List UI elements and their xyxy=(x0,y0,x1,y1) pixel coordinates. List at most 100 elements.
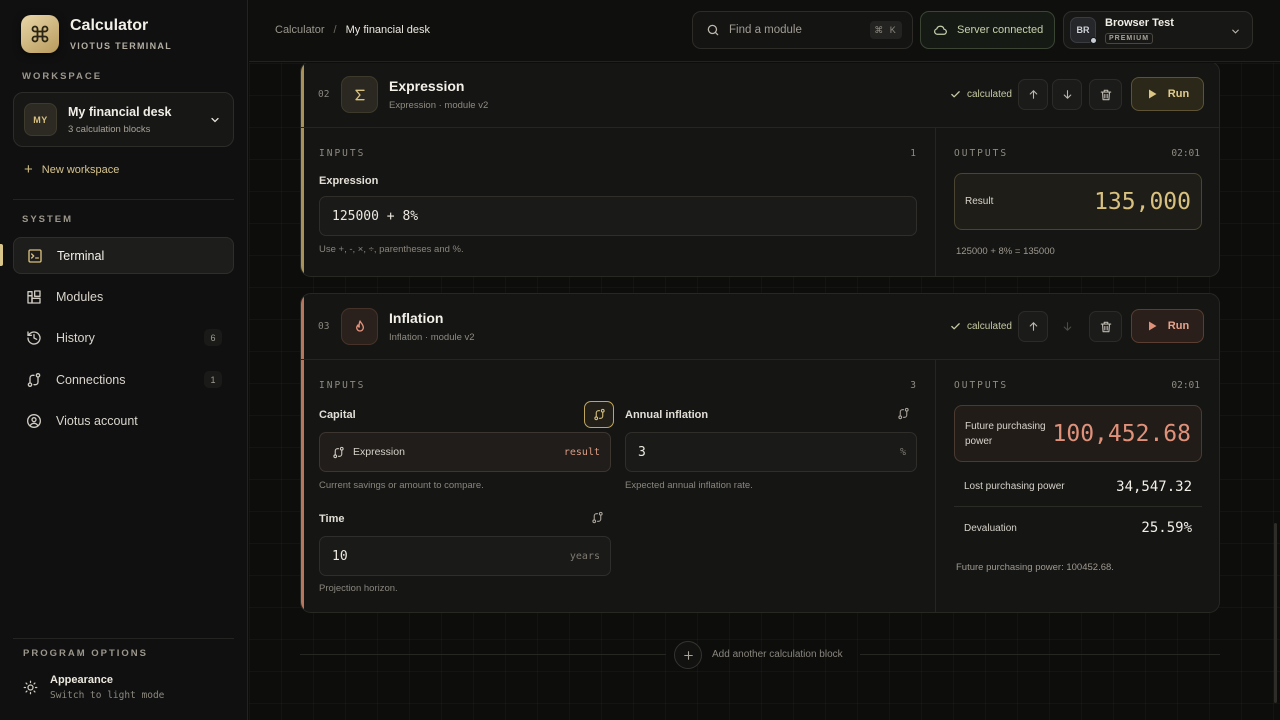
sidebar: Calculator VIOTUS TERMINAL WORKSPACE MY … xyxy=(0,0,248,720)
result-value: 100,452.68 xyxy=(1052,420,1191,447)
move-up-button[interactable] xyxy=(1018,79,1048,110)
breadcrumb-separator: / xyxy=(333,24,337,36)
sidebar-item-terminal[interactable]: Terminal xyxy=(13,237,234,274)
output-row-devaluation: Devaluation 25.59% xyxy=(954,508,1202,548)
plus-icon xyxy=(683,650,693,660)
outputs-panel: OUTPUTS 02:01 Result 135,000 125000 + 8%… xyxy=(935,128,1219,276)
run-label: Run xyxy=(1167,320,1190,332)
capital-source-field[interactable]: Expression result xyxy=(319,432,611,472)
app-subtitle: VIOTUS TERMINAL xyxy=(70,41,172,51)
sidebar-item-label: Modules xyxy=(56,289,104,304)
time-unit: years xyxy=(569,550,600,562)
arrow-down-icon xyxy=(1063,322,1071,331)
workspace-avatar: MY xyxy=(24,103,57,136)
inputs-panel: INPUTS 3 Capital Expression result Curre… xyxy=(301,360,935,612)
sidebar-item-label: Connections xyxy=(56,372,126,387)
search-placeholder: Find a module xyxy=(729,24,802,36)
sidebar-item-history[interactable]: History 6 xyxy=(13,319,234,356)
play-icon xyxy=(1148,321,1157,331)
inflation-label: Annual inflation xyxy=(625,409,709,421)
inputs-panel: INPUTS 1 Expression 125000 + 8% Use +, -… xyxy=(301,128,935,276)
run-button[interactable]: Run xyxy=(1131,77,1204,111)
run-button[interactable]: Run xyxy=(1131,309,1204,343)
delete-block-button[interactable] xyxy=(1089,311,1122,342)
move-up-button[interactable] xyxy=(1018,311,1048,342)
move-down-button[interactable] xyxy=(1052,79,1082,110)
active-indicator xyxy=(0,244,3,266)
result-value: 135,000 xyxy=(1094,188,1191,215)
output-row-label: Devaluation xyxy=(964,522,1017,534)
output-row-lost: Lost purchasing power 34,547.32 xyxy=(954,467,1202,507)
inflation-value: 3 xyxy=(638,444,646,460)
trash-icon xyxy=(1100,89,1111,100)
link-icon xyxy=(592,511,603,524)
add-block-button[interactable] xyxy=(674,641,702,669)
sidebar-item-label: History xyxy=(56,330,95,345)
scrollbar[interactable] xyxy=(1274,523,1277,703)
outputs-label: OUTPUTS xyxy=(954,148,1009,159)
outputs-time: 02:01 xyxy=(1171,380,1200,391)
arrow-up-icon xyxy=(1029,322,1037,331)
search-icon xyxy=(706,23,720,37)
link-toggle-time[interactable] xyxy=(591,511,604,524)
status-badge: calculated xyxy=(950,321,1012,332)
calc-block-inflation: 03 Inflation Inflation · module v2 calcu… xyxy=(300,293,1220,613)
sidebar-item-account[interactable]: Viotus account xyxy=(13,402,234,439)
workspace-selector[interactable]: MY My financial desk 3 calculation block… xyxy=(13,92,234,147)
link-toggle-inflation[interactable] xyxy=(897,407,910,420)
time-label: Time xyxy=(319,513,345,525)
workspace-canvas: 02 Expression Expression · module v2 cal… xyxy=(249,63,1280,720)
new-workspace-label: New workspace xyxy=(41,164,120,176)
outputs-time: 02:01 xyxy=(1171,148,1200,159)
outputs-label: OUTPUTS xyxy=(954,380,1009,391)
sun-icon xyxy=(23,680,38,701)
app-name: Calculator xyxy=(70,17,149,34)
run-label: Run xyxy=(1167,88,1190,100)
workspace-block-count: 3 calculation blocks xyxy=(68,123,151,135)
result-card: Future purchasing power 100,452.68 xyxy=(954,405,1202,462)
breadcrumb: Calculator / My financial desk xyxy=(275,24,430,36)
connections-count-badge: 1 xyxy=(204,371,222,388)
delete-block-button[interactable] xyxy=(1089,79,1122,110)
history-icon xyxy=(25,329,43,347)
result-summary: 125000 + 8% = 135000 xyxy=(956,246,1055,257)
server-status-label: Server connected xyxy=(957,24,1044,36)
workspace-section-label: WORKSPACE xyxy=(22,71,103,82)
time-value: 10 xyxy=(332,548,348,564)
inflation-hint: Expected annual inflation rate. xyxy=(625,480,753,491)
add-block-label[interactable]: Add another calculation block xyxy=(712,649,843,660)
time-input[interactable]: 10 years xyxy=(319,536,611,576)
result-summary: Future purchasing power: 100452.68. xyxy=(956,562,1114,573)
check-icon xyxy=(951,91,960,98)
result-label: Result xyxy=(965,196,994,207)
status-badge: calculated xyxy=(950,89,1012,100)
arrow-up-icon xyxy=(1029,90,1037,99)
history-count-badge: 6 xyxy=(204,329,222,346)
app-logo-icon[interactable] xyxy=(21,15,59,53)
calc-block-expression: 02 Expression Expression · module v2 cal… xyxy=(300,63,1220,277)
appearance-toggle[interactable]: Appearance Switch to light mode xyxy=(23,674,164,701)
sidebar-item-modules[interactable]: Modules xyxy=(13,278,234,315)
trash-icon xyxy=(1100,321,1111,332)
move-down-button[interactable] xyxy=(1052,311,1082,342)
outputs-panel: OUTPUTS 02:01 Future purchasing power 10… xyxy=(935,360,1219,612)
link-icon xyxy=(898,407,909,420)
search-input[interactable]: Find a module ⌘ K xyxy=(692,11,913,49)
output-row-value: 25.59% xyxy=(1141,520,1192,536)
user-menu[interactable]: BR Browser Test PREMIUM xyxy=(1063,11,1253,49)
avatar: BR xyxy=(1070,17,1097,44)
new-workspace-button[interactable]: + New workspace xyxy=(24,162,120,177)
search-shortcut: ⌘ K xyxy=(870,21,902,39)
cloud-icon xyxy=(933,23,948,38)
appearance-subtitle: Switch to light mode xyxy=(50,690,165,701)
inputs-count: 3 xyxy=(910,380,916,391)
inflation-input[interactable]: 3 % xyxy=(625,432,917,472)
modules-icon xyxy=(25,288,43,306)
server-status-button[interactable]: Server connected xyxy=(920,11,1055,49)
sidebar-item-connections[interactable]: Connections 1 xyxy=(13,361,234,398)
expression-input[interactable]: 125000 + 8% xyxy=(319,196,917,236)
block-title: Expression xyxy=(389,78,465,94)
add-block-row: Add another calculation block xyxy=(300,641,1220,669)
link-toggle-capital[interactable] xyxy=(584,401,614,428)
breadcrumb-root[interactable]: Calculator xyxy=(275,24,325,36)
